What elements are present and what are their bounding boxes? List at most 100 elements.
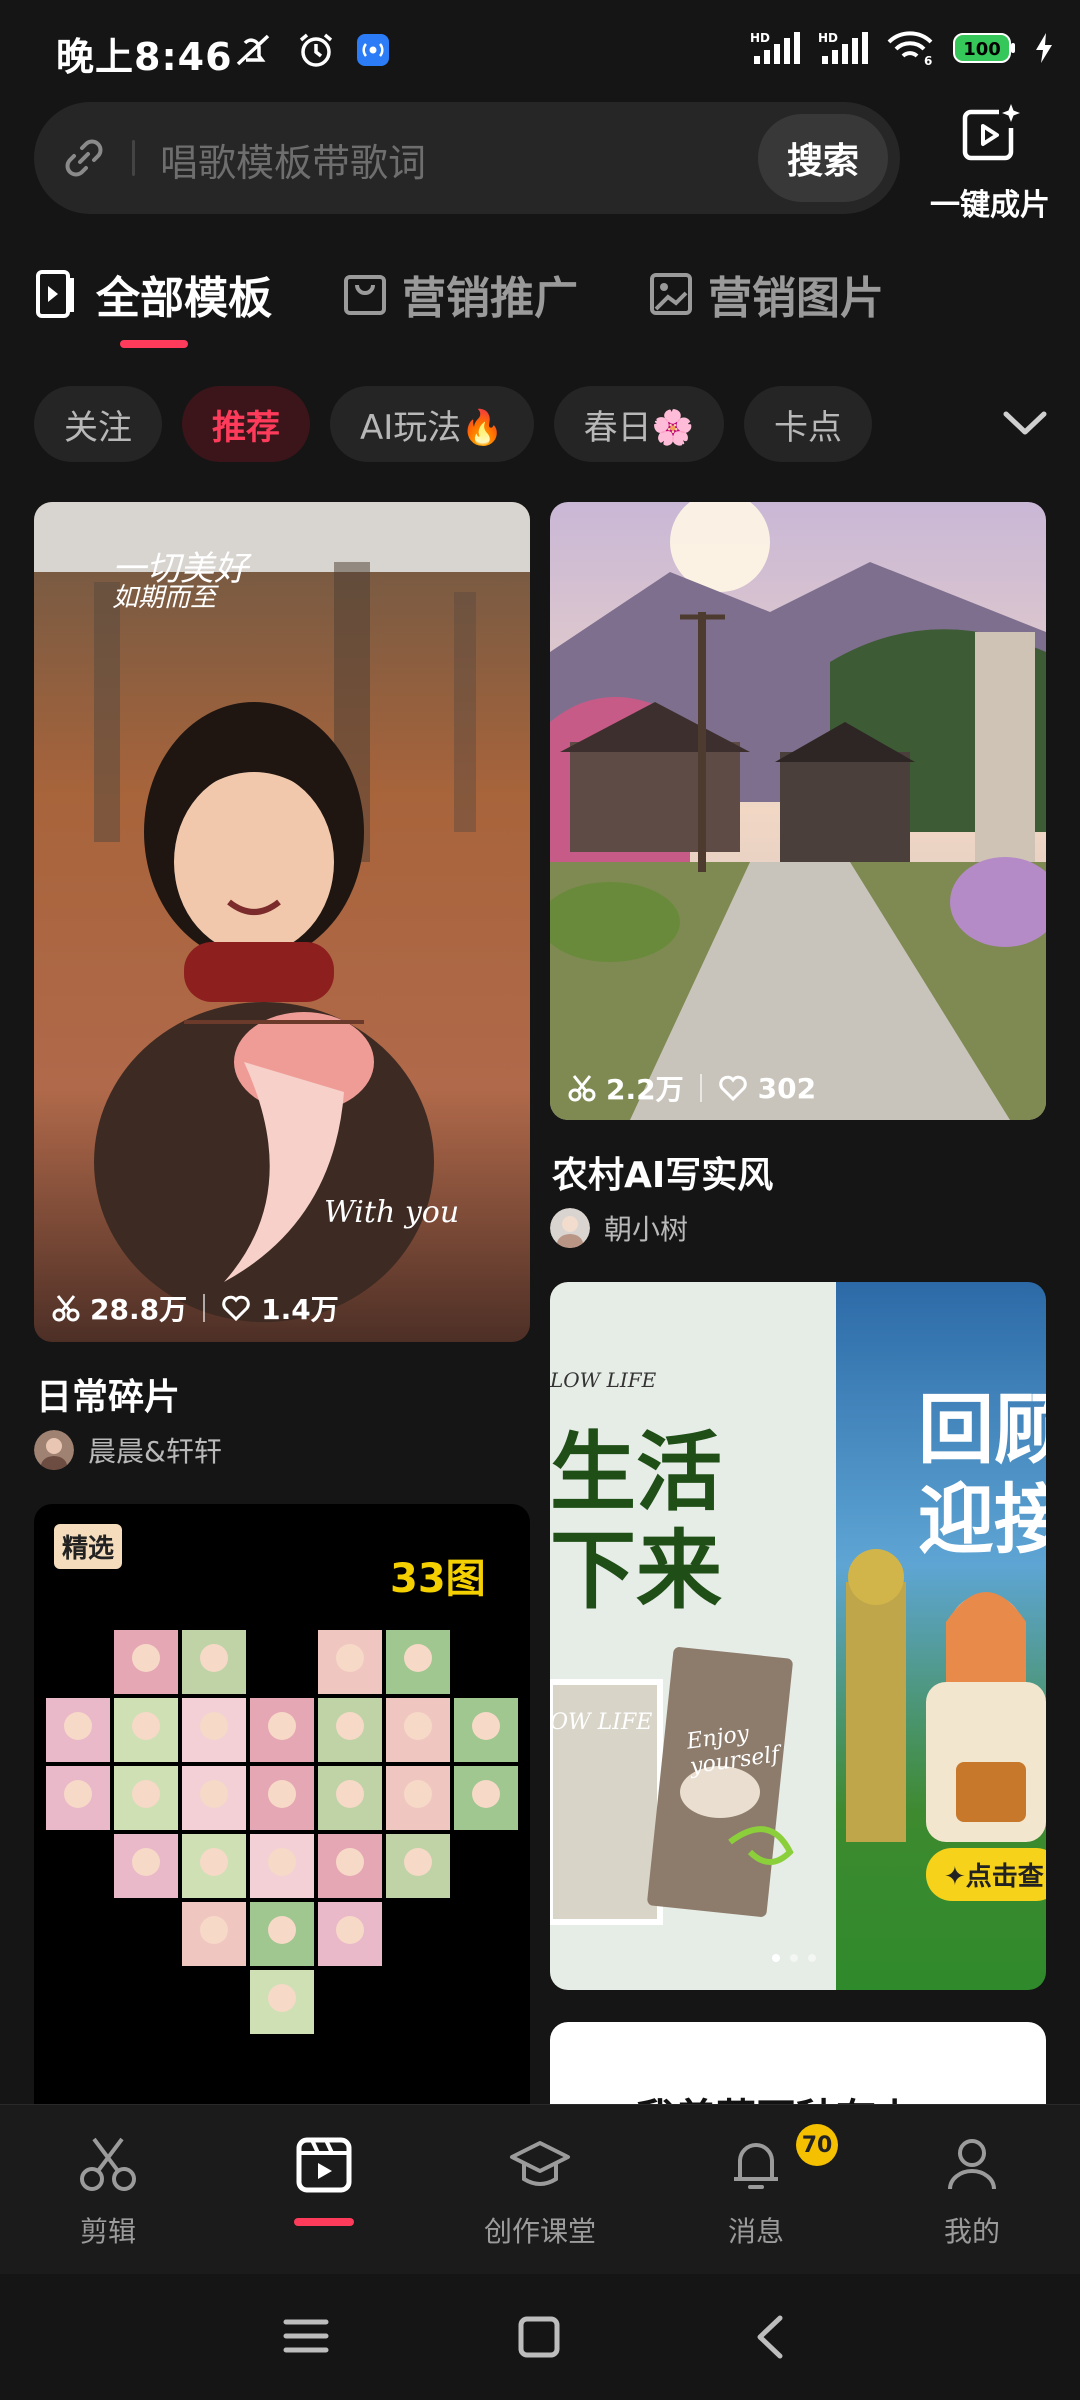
- alarm-icon: [299, 33, 333, 67]
- collage-photo-face: [336, 1848, 364, 1876]
- template-card-collage[interactable]: 精选 33图: [34, 1504, 530, 2104]
- tab-label: 营销图片: [708, 273, 884, 324]
- collage-photo-face: [200, 1712, 228, 1740]
- chip-spring[interactable]: 春日🌸: [553, 386, 724, 462]
- wifi-icon: 6: [887, 31, 933, 66]
- shopping-bag-icon: [344, 275, 386, 315]
- tab-all-templates[interactable]: 全部模板: [34, 262, 272, 326]
- card-thumbnail-village: [550, 502, 1046, 1120]
- profile-icon: [948, 2139, 996, 2190]
- scissors-icon: [568, 1075, 596, 1102]
- nav-label: 创作课堂: [483, 2215, 596, 2248]
- back-icon[interactable]: [752, 2312, 788, 2362]
- life-tag-2: OW LIFE: [550, 1710, 653, 1735]
- collage-photo-face: [64, 1780, 92, 1808]
- heart-icon[interactable]: [718, 1074, 748, 1102]
- hotspot-app-icon: [357, 34, 389, 66]
- collage-photo-face: [200, 1848, 228, 1876]
- mute-icon: [236, 34, 270, 66]
- template-card-daily[interactable]: 一切美好 如期而至 With you 28.8万 1.4万: [34, 502, 530, 1342]
- svg-text:HD: HD: [750, 31, 770, 45]
- collage-photo-face: [200, 1780, 228, 1808]
- bottom-nav: 剪辑 创作课堂 消息 我的: [0, 2104, 1080, 2275]
- collage-photo-face: [404, 1780, 432, 1808]
- active-nav-indicator: [294, 2218, 354, 2226]
- status-time: 晚上8:46: [56, 35, 233, 79]
- collage-photo-face: [268, 1916, 296, 1944]
- one-click-label: 一键成片: [930, 188, 1050, 223]
- link-icon[interactable]: [60, 134, 108, 182]
- nav-edit[interactable]: 剪辑: [28, 2135, 188, 2250]
- collage-photo-face: [404, 1644, 432, 1672]
- collage-photo-face: [336, 1644, 364, 1672]
- collage-photo-face: [336, 1712, 364, 1740]
- search-bar[interactable]: 唱歌模板带歌词 搜索: [34, 102, 900, 214]
- tab-label: 营销推广: [402, 273, 578, 324]
- tab-marketing-images[interactable]: 营销图片: [648, 262, 884, 326]
- avatar: [550, 1208, 590, 1248]
- nav-templates[interactable]: [244, 2135, 404, 2212]
- graduation-cap-icon: [510, 2141, 570, 2186]
- like-count: 1.4万: [261, 1293, 339, 1326]
- collage-photo-face: [472, 1712, 500, 1740]
- click-button[interactable]: ✦点击查: [926, 1848, 1046, 1901]
- bell-icon: [734, 2143, 778, 2189]
- chip-recommended[interactable]: 推荐: [182, 386, 310, 462]
- nav-label: 我的: [943, 2215, 1000, 2248]
- collage-photo-face: [132, 1780, 160, 1808]
- overlay-signature: With you: [324, 1195, 459, 1230]
- template-card-rural-ai[interactable]: 2.2万 302: [550, 502, 1046, 1120]
- photo-count: 33图: [390, 1556, 486, 1602]
- card-stats: 2.2万 302: [568, 1068, 816, 1108]
- collage-photo-face: [64, 1712, 92, 1740]
- collage-photo-face: [268, 1712, 296, 1740]
- heart-icon[interactable]: [221, 1294, 251, 1322]
- scissors-icon: [80, 2137, 136, 2191]
- collage-photo-face: [336, 1916, 364, 1944]
- chip-beat[interactable]: 卡点: [743, 386, 872, 462]
- collage-photo-face: [200, 1644, 228, 1672]
- collage-photo-face: [132, 1712, 160, 1740]
- life-photos: [550, 1647, 794, 1925]
- author-name: 晨晨&轩轩: [88, 1435, 222, 1468]
- use-count: 28.8万: [90, 1293, 188, 1326]
- category-tabs: 全部模板 营销推广 营销图片: [34, 262, 954, 326]
- like-count: 302: [757, 1071, 817, 1105]
- image-icon: [650, 273, 692, 315]
- featured-badge: 精选: [54, 1524, 123, 1569]
- life-ad-left-panel: LOW LIFE 生活 下来 OW LIFE Enjoy yourself: [550, 1282, 836, 1990]
- scissors-icon: [52, 1295, 80, 1322]
- use-count: 2.2万: [606, 1073, 684, 1106]
- collage-photo-face: [404, 1848, 432, 1876]
- svg-text:6: 6: [924, 54, 932, 66]
- message-badge: 70: [796, 2124, 838, 2166]
- tab-marketing[interactable]: 营销推广: [342, 262, 578, 326]
- search-button[interactable]: 搜索: [758, 114, 888, 202]
- status-left-icons: [232, 30, 390, 70]
- nav-label: 剪辑: [79, 2215, 136, 2248]
- overlay-text-2: 如期而至: [112, 583, 219, 613]
- card-title[interactable]: 日常碎片: [36, 1368, 180, 1420]
- author-name: 朝小树: [604, 1213, 689, 1246]
- collage-photo-face: [268, 1984, 296, 2012]
- card-author[interactable]: 晨晨&轩轩: [34, 1430, 222, 1470]
- card-author[interactable]: 朝小树: [550, 1208, 688, 1248]
- status-right-icons: HD HD 6 100: [750, 30, 1054, 66]
- nav-profile[interactable]: 我的: [892, 2135, 1052, 2250]
- collage-photo-face: [200, 1916, 228, 1944]
- search-input[interactable]: 唱歌模板带歌词: [160, 132, 426, 187]
- home-icon[interactable]: [516, 2314, 562, 2360]
- chevron-down-icon[interactable]: [1000, 404, 1050, 444]
- one-click-button[interactable]: 一键成片: [920, 102, 1060, 224]
- battery-icon: 100: [953, 33, 1015, 63]
- template-card-life-ad[interactable]: LOW LIFE 生活 下来 OW LIFE Enjoy yourself 回顾…: [550, 1282, 1046, 1990]
- chip-ai[interactable]: AI玩法🔥: [330, 386, 534, 462]
- nav-academy[interactable]: 创作课堂: [460, 2135, 620, 2250]
- chip-follow[interactable]: 关注: [34, 386, 162, 462]
- signal-icon: HD: [750, 31, 800, 64]
- card-title[interactable]: 农村AI写实风: [552, 1146, 773, 1198]
- life-big-text-2: 下来: [550, 1521, 722, 1621]
- charging-icon: [1036, 33, 1052, 63]
- template-video-icon: [296, 2137, 352, 2193]
- menu-icon[interactable]: [282, 2316, 330, 2356]
